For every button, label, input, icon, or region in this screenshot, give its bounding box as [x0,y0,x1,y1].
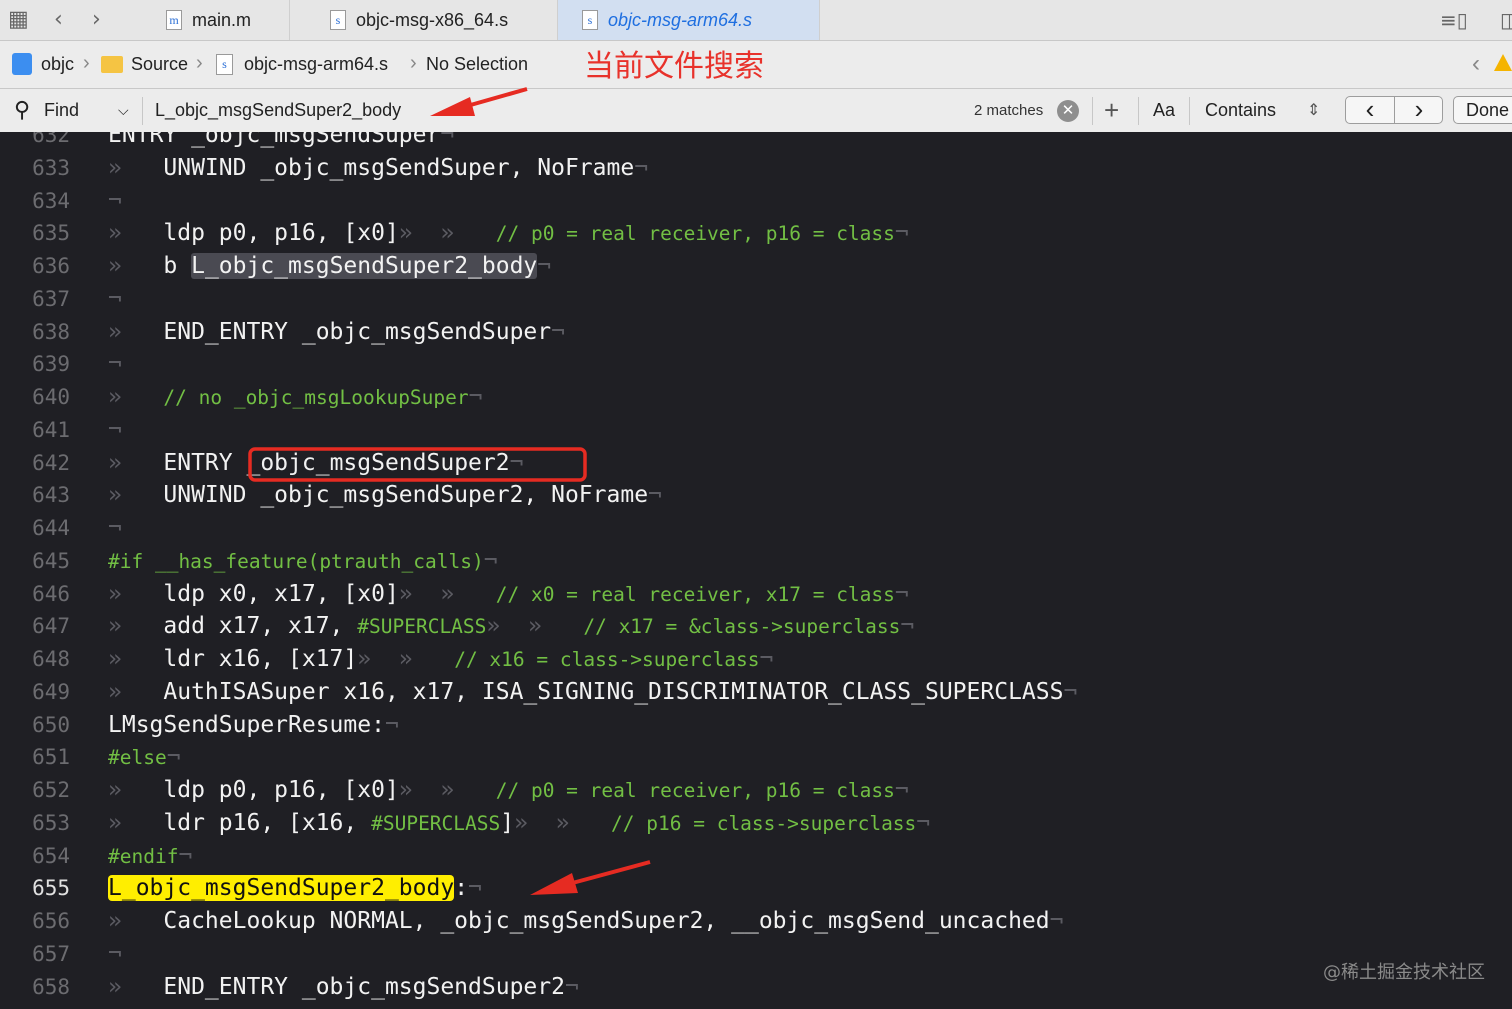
watermark: @稀土掘金技术社区 [1323,962,1485,983]
red-arrow-label [530,860,651,895]
annotation-overlay [248,87,651,895]
red-highlight-box [248,447,587,482]
red-arrow-find [430,87,528,116]
